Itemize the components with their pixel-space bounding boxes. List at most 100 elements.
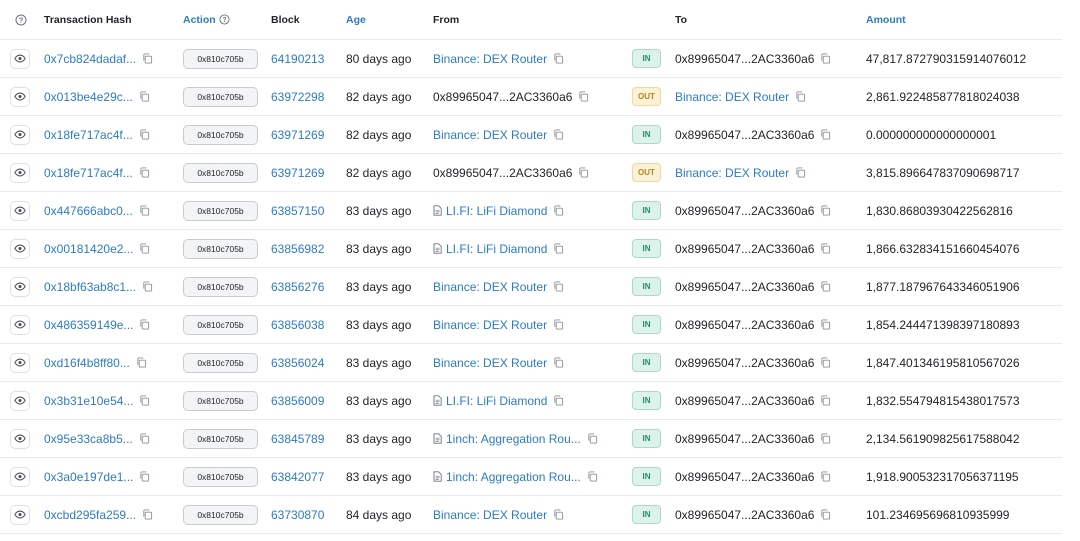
transaction-hash-link[interactable]: 0xcbd295fa259... [44,508,136,522]
block-link[interactable]: 63856009 [271,394,324,408]
view-details-button[interactable] [10,86,30,107]
to-address: 0x89965047...2AC3360a6 [675,51,815,66]
copy-icon[interactable] [553,280,565,293]
block-link[interactable]: 63856982 [271,242,324,256]
view-details-button[interactable] [10,466,30,487]
copy-icon[interactable] [820,432,832,445]
copy-icon[interactable] [553,52,565,65]
copy-icon[interactable] [139,470,151,483]
to-address[interactable]: Binance: DEX Router [675,90,789,104]
view-details-button[interactable] [10,200,30,221]
block-link[interactable]: 63972298 [271,90,324,104]
copy-icon[interactable] [820,394,832,407]
copy-icon[interactable] [142,508,154,521]
copy-icon[interactable] [820,52,832,65]
view-details-button[interactable] [10,352,30,373]
transaction-hash-link[interactable]: 0x3b31e10e54... [44,394,133,408]
copy-icon[interactable] [820,128,832,141]
block-link[interactable]: 63856024 [271,356,324,370]
view-details-button[interactable] [10,504,30,525]
from-address[interactable]: Binance: DEX Router [433,128,547,142]
from-address[interactable]: 1inch: Aggregation Rou... [446,470,581,484]
view-details-button[interactable] [10,162,30,183]
copy-icon[interactable] [139,432,151,445]
copy-icon[interactable] [139,318,151,331]
view-details-button[interactable] [10,276,30,297]
copy-icon[interactable] [795,90,807,103]
copy-icon[interactable] [142,52,154,65]
copy-icon[interactable] [587,470,599,483]
view-details-button[interactable] [10,428,30,449]
copy-icon[interactable] [820,356,832,369]
direction-badge: IN [632,277,661,296]
copy-icon[interactable] [578,166,590,179]
transaction-hash-link[interactable]: 0xd16f4b8ff80... [44,356,130,370]
to-address[interactable]: Binance: DEX Router [675,166,789,180]
copy-icon[interactable] [553,318,565,331]
copy-icon[interactable] [139,166,151,179]
header-action[interactable]: Action ? [183,0,230,39]
view-details-button[interactable] [10,390,30,411]
transaction-hash-link[interactable]: 0x013be4e29c... [44,90,133,104]
copy-icon[interactable] [553,128,565,141]
block-link[interactable]: 63856038 [271,318,324,332]
from-address[interactable]: Binance: DEX Router [433,356,547,370]
header-age[interactable]: Age [346,0,366,39]
copy-icon[interactable] [553,242,565,255]
transaction-hash-link[interactable]: 0x3a0e197de1... [44,470,133,484]
scrollbar-area[interactable] [1062,0,1080,541]
copy-icon[interactable] [553,508,565,521]
block-link[interactable]: 63842077 [271,470,324,484]
copy-icon[interactable] [139,128,151,141]
direction-badge: OUT [632,87,661,106]
block-link[interactable]: 63971269 [271,166,324,180]
from-address[interactable]: LI.FI: LiFi Diamond [446,204,547,218]
copy-icon[interactable] [820,280,832,293]
transaction-hash-link[interactable]: 0x18bf63ab8c1... [44,280,136,294]
transaction-hash-link[interactable]: 0x00181420e2... [44,242,133,256]
copy-icon[interactable] [553,394,565,407]
header-amount[interactable]: Amount [866,0,906,39]
from-address[interactable]: Binance: DEX Router [433,508,547,522]
copy-icon[interactable] [820,204,832,217]
copy-icon[interactable] [139,204,151,217]
transaction-hash-link[interactable]: 0x18fe717ac4f... [44,128,133,142]
copy-icon[interactable] [139,90,151,103]
from-address[interactable]: LI.FI: LiFi Diamond [446,394,547,408]
block-link[interactable]: 64190213 [271,52,324,66]
copy-icon[interactable] [553,356,565,369]
copy-icon[interactable] [578,90,590,103]
from-address[interactable]: 1inch: Aggregation Rou... [446,432,581,446]
transaction-hash-link[interactable]: 0x95e33ca8b5... [44,432,133,446]
copy-icon[interactable] [553,204,565,217]
copy-icon[interactable] [139,242,151,255]
view-details-button[interactable] [10,238,30,259]
copy-icon[interactable] [795,166,807,179]
block-link[interactable]: 63845789 [271,432,324,446]
from-address[interactable]: LI.FI: LiFi Diamond [446,242,547,256]
view-details-button[interactable] [10,314,30,335]
copy-icon[interactable] [820,318,832,331]
copy-icon[interactable] [820,242,832,255]
transaction-hash-link[interactable]: 0x18fe717ac4f... [44,166,133,180]
transaction-hash-link[interactable]: 0x486359149e... [44,318,133,332]
from-address[interactable]: Binance: DEX Router [433,280,547,294]
block-link[interactable]: 63857150 [271,204,324,218]
block-link[interactable]: 63856276 [271,280,324,294]
from-address[interactable]: Binance: DEX Router [433,52,547,66]
copy-icon[interactable] [142,280,154,293]
block-link[interactable]: 63971269 [271,128,324,142]
view-details-button[interactable] [10,48,30,69]
question-circle-icon[interactable]: ? [15,0,27,39]
transaction-hash-link[interactable]: 0x7cb824dadaf... [44,52,136,66]
transaction-hash-link[interactable]: 0x447666abc0... [44,204,133,218]
copy-icon[interactable] [820,508,832,521]
copy-icon[interactable] [136,356,148,369]
copy-icon[interactable] [139,394,151,407]
copy-icon[interactable] [587,432,599,445]
from-address[interactable]: Binance: DEX Router [433,318,547,332]
copy-icon[interactable] [820,470,832,483]
view-details-button[interactable] [10,124,30,145]
block-link[interactable]: 63730870 [271,508,324,522]
amount-value: 1,877.187967643346051906 [866,279,1020,294]
